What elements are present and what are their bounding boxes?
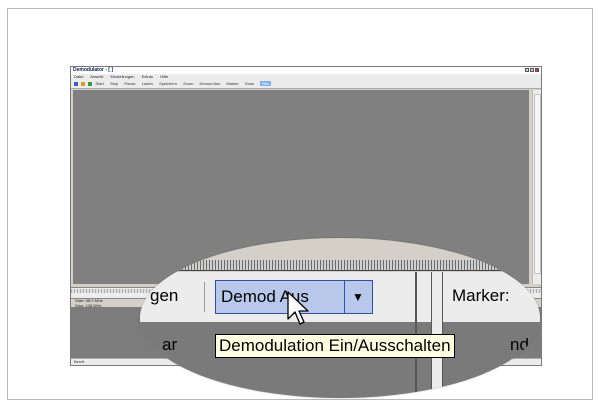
toolbar-pause[interactable]: Pause bbox=[124, 81, 135, 86]
minimize-icon[interactable] bbox=[525, 68, 529, 72]
toolbar-zoom[interactable]: Zoom bbox=[183, 81, 193, 86]
tooltip: Demodulation Ein/Ausschalten bbox=[215, 334, 455, 358]
magnified-splitter bbox=[140, 260, 540, 271]
open-icon[interactable] bbox=[74, 81, 78, 86]
vertical-scrollbar[interactable] bbox=[532, 90, 541, 284]
save-icon[interactable] bbox=[81, 81, 86, 86]
toolbar-marker[interactable]: Marker bbox=[226, 81, 238, 86]
toolbar-demod[interactable]: Demod Aus bbox=[200, 81, 221, 86]
toolbar-rec[interactable]: Rec bbox=[260, 81, 272, 86]
toolbar-save[interactable]: Speichern bbox=[159, 81, 177, 86]
menu-item-view[interactable]: Ansicht bbox=[90, 74, 103, 79]
menu-item-file[interactable]: Datei bbox=[74, 74, 83, 79]
magnified-right-panel bbox=[443, 322, 540, 398]
toolbar-load[interactable]: Laden bbox=[142, 81, 153, 86]
window-title: Demodulator - [ ] bbox=[73, 67, 113, 73]
toolbar: Start Stop Pause Laden Speichern Zoom De… bbox=[71, 80, 541, 89]
demod-button-separator bbox=[344, 281, 345, 313]
maximize-icon[interactable] bbox=[530, 68, 534, 72]
menu-item-extras[interactable]: Extras bbox=[142, 74, 153, 79]
play-icon[interactable] bbox=[88, 81, 93, 86]
scrollbar-thumb[interactable] bbox=[534, 94, 541, 274]
toolbar-stop[interactable]: Stop bbox=[110, 81, 118, 86]
magnified-bottom-fragment: ar bbox=[162, 335, 178, 354]
menu-item-help[interactable]: Hilfe bbox=[160, 74, 168, 79]
magnified-right-fragment: nd bbox=[510, 335, 529, 354]
title-bar: Demodulator - [ ] bbox=[71, 67, 541, 74]
magnified-label-fragment: gen bbox=[150, 286, 179, 305]
marker-label: Marker: bbox=[452, 286, 510, 305]
toolbar-divider bbox=[204, 282, 205, 312]
window-controls bbox=[525, 68, 539, 72]
toolbar-scan[interactable]: Scan bbox=[245, 81, 254, 86]
mouse-pointer-icon bbox=[287, 291, 309, 325]
dropdown-arrow-icon[interactable]: ▼ bbox=[352, 289, 364, 305]
menu-item-settings[interactable]: Einstellungen bbox=[110, 74, 134, 79]
magnifier-lens: gen Demod Aus ▼ Marker: ar nd bbox=[140, 238, 540, 398]
close-icon[interactable] bbox=[535, 68, 539, 72]
toolbar-start[interactable]: Start bbox=[95, 81, 103, 86]
